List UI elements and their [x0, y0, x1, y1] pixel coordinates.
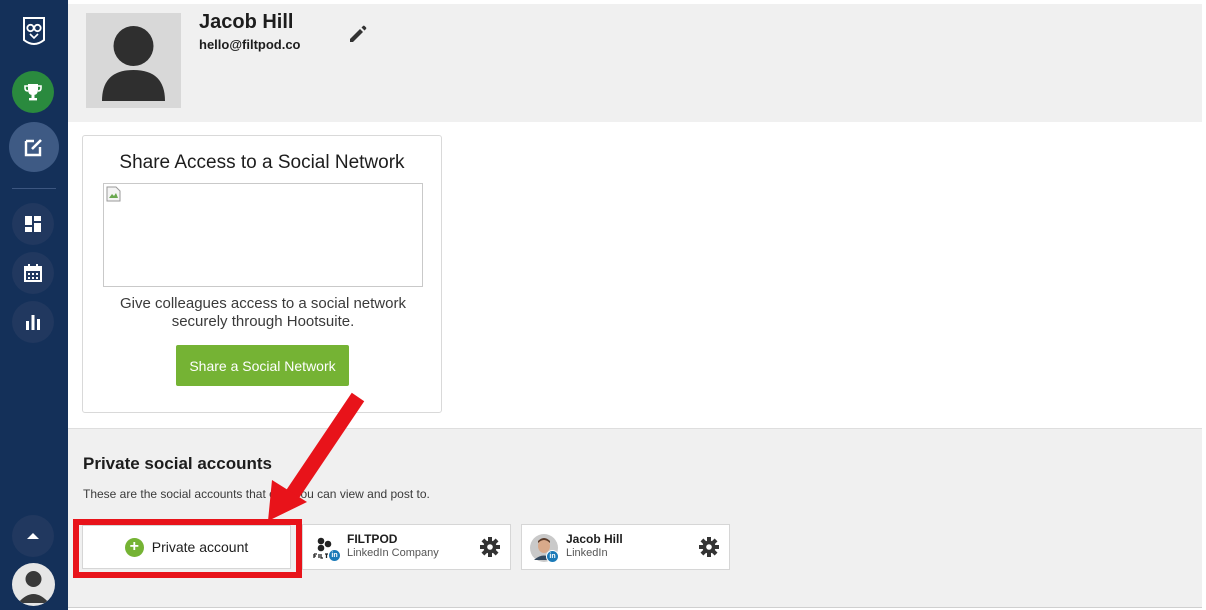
- account-name: FILTPOD: [347, 532, 398, 546]
- account-type: LinkedIn Company: [347, 547, 439, 559]
- account-card-filtpod[interactable]: in FILTPOD LinkedIn Company: [302, 524, 511, 570]
- analytics-icon[interactable]: [12, 301, 54, 343]
- share-social-network-button[interactable]: Share a Social Network: [176, 345, 349, 386]
- gear-icon[interactable]: [698, 536, 720, 558]
- calendar-icon[interactable]: [12, 252, 54, 294]
- pencil-icon[interactable]: [346, 22, 370, 46]
- private-accounts-section: Private social accounts These are the so…: [68, 429, 1202, 607]
- share-card-title: Share Access to a Social Network: [119, 152, 405, 173]
- share-access-card: Share Access to a Social Network Give co…: [82, 135, 442, 413]
- account-name: Jacob Hill: [566, 532, 623, 546]
- bottom-divider: [68, 607, 1202, 608]
- compose-icon[interactable]: [9, 122, 59, 172]
- profile-header: Jacob Hill hello@filtpod.co: [68, 4, 1202, 122]
- chevron-up-icon[interactable]: [12, 515, 54, 557]
- account-type: LinkedIn: [566, 547, 608, 559]
- private-accounts-description: These are the social accounts that only …: [83, 487, 430, 501]
- broken-image-icon: [106, 186, 121, 202]
- share-card-image: [103, 183, 423, 287]
- annotation-highlight-box: [73, 519, 302, 578]
- user-avatar-icon[interactable]: [12, 563, 55, 606]
- hootsuite-logo-icon[interactable]: [22, 16, 46, 50]
- jacob-avatar-icon: in: [530, 534, 559, 563]
- profile-name: Jacob Hill: [199, 11, 294, 33]
- filtpod-logo-icon: in: [311, 534, 341, 562]
- profile-email: hello@filtpod.co: [199, 37, 301, 52]
- trophy-icon[interactable]: [12, 71, 54, 113]
- dashboard-icon[interactable]: [12, 203, 54, 245]
- linkedin-badge-icon: in: [546, 550, 559, 563]
- sidebar-divider: [12, 188, 56, 189]
- private-accounts-title: Private social accounts: [83, 454, 272, 473]
- share-card-description: Give colleagues access to a social netwo…: [120, 295, 406, 330]
- profile-photo: [86, 13, 181, 108]
- annotation-arrow: [268, 392, 365, 521]
- sidebar: [0, 0, 68, 610]
- account-card-jacob-hill[interactable]: in Jacob Hill LinkedIn: [521, 524, 730, 570]
- gear-icon[interactable]: [479, 536, 501, 558]
- linkedin-badge-icon: in: [328, 549, 341, 562]
